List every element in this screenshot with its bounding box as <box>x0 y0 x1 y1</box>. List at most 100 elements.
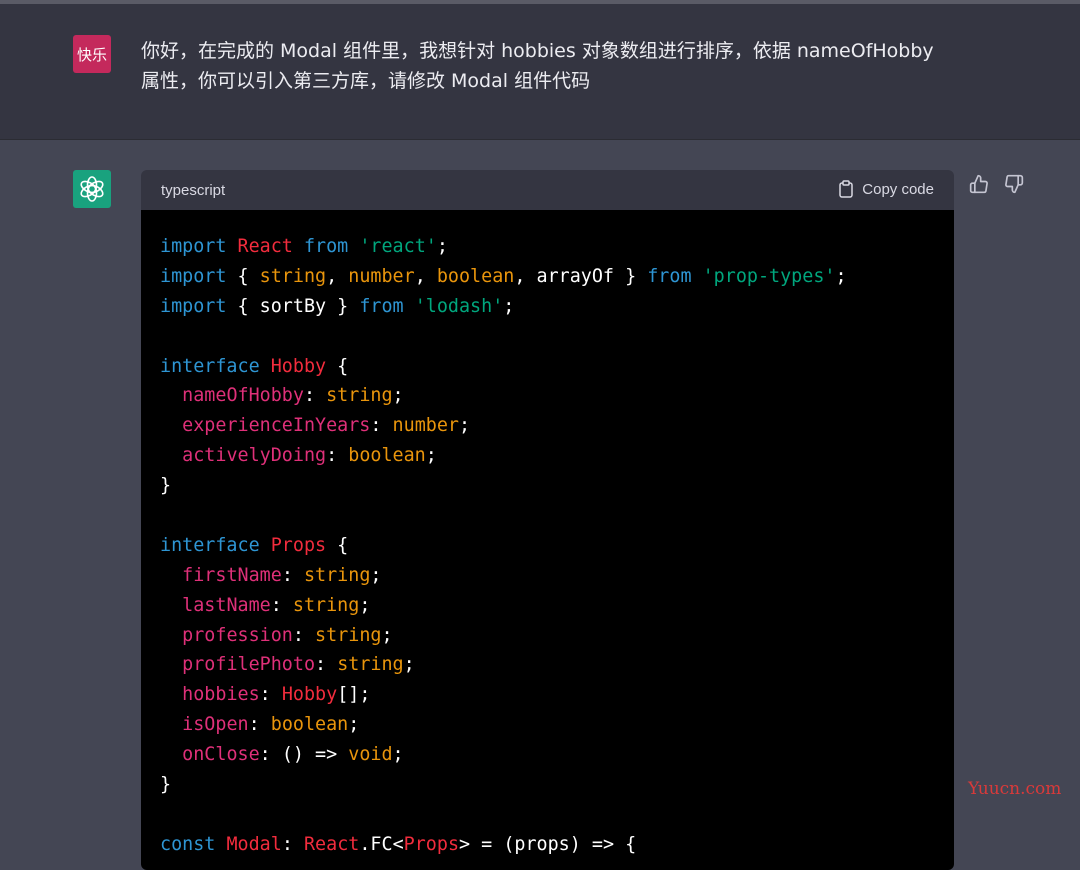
openai-logo-icon <box>73 170 111 208</box>
code-line: import React from 'react'; <box>160 232 954 262</box>
code-line: } <box>160 770 954 800</box>
code-line: firstName: string; <box>160 561 954 591</box>
code-token: 'lodash' <box>414 295 504 317</box>
thumbs-up-icon[interactable] <box>969 174 989 199</box>
code-token: string <box>315 624 382 646</box>
code-token: , <box>414 265 437 287</box>
code-token: : <box>303 385 327 407</box>
code-token: , <box>326 265 349 287</box>
code-block: typescript Copy code import React from '… <box>141 170 954 870</box>
code-language-label: typescript <box>161 182 226 199</box>
code-token: React <box>237 236 293 257</box>
code-line: nameOfHobby: string; <box>160 381 954 411</box>
user-avatar: 快乐 <box>73 35 111 73</box>
code-token: interface <box>160 355 260 377</box>
code-token: hobbies <box>182 684 260 706</box>
code-token: ; <box>370 564 382 586</box>
code-token: Hobby <box>270 355 327 377</box>
code-token: []; <box>337 684 371 706</box>
code-token: 'prop-types' <box>702 265 836 287</box>
code-token: : <box>281 564 304 586</box>
code-line: interface Hobby { <box>160 352 954 382</box>
code-token: profilePhoto <box>182 654 316 676</box>
code-token: from <box>303 236 349 257</box>
copy-code-label: Copy code <box>862 180 934 198</box>
code-token: experienceInYears <box>182 415 371 437</box>
code-token: ; <box>359 594 371 616</box>
code-token: boolean <box>270 714 349 736</box>
code-token: Modal <box>226 833 282 855</box>
code-token: string <box>292 594 360 616</box>
code-token: } <box>160 475 172 497</box>
code-token: ; <box>381 624 393 646</box>
code-content: import React from 'react'; import { strin… <box>141 210 954 870</box>
code-token: ; <box>392 385 404 407</box>
code-token: ; <box>436 236 448 257</box>
code-token: } <box>160 774 172 796</box>
code-token: lastName <box>182 594 271 616</box>
code-token: : () => <box>259 744 349 766</box>
code-token: Props <box>403 833 460 855</box>
clipboard-icon <box>839 180 854 198</box>
code-token: ; <box>403 654 415 676</box>
code-token: { <box>226 265 260 287</box>
code-line: import { string, number, boolean, arrayO… <box>160 262 954 292</box>
code-token: { <box>326 534 349 556</box>
copy-code-button[interactable]: Copy code <box>838 180 934 198</box>
code-token: .FC< <box>359 833 404 855</box>
code-token: profession <box>182 624 293 646</box>
code-token: ; <box>348 714 360 736</box>
code-token: Props <box>270 534 327 556</box>
code-token: > = (props) => { <box>459 833 637 855</box>
code-token: import <box>160 265 227 287</box>
code-line: profilePhoto: string; <box>160 650 954 680</box>
code-line: isOpen: boolean; <box>160 710 954 740</box>
code-token: void <box>348 744 393 766</box>
code-line: activelyDoing: boolean; <box>160 441 954 471</box>
code-token: firstName <box>182 564 282 586</box>
code-token: ; <box>835 265 847 287</box>
user-message-text: 你好，在完成的 Modal 组件里，我想针对 hobbies 对象数组进行排序，… <box>141 36 961 96</box>
code-token: number <box>392 415 459 437</box>
code-header: typescript Copy code <box>141 170 954 210</box>
assistant-message: typescript Copy code import React from '… <box>0 140 1080 870</box>
code-token: isOpen <box>182 714 249 736</box>
code-token: : <box>292 624 316 646</box>
code-token: boolean <box>348 445 426 467</box>
code-token: : <box>315 654 338 676</box>
code-token: boolean <box>436 265 515 287</box>
code-token: : <box>281 833 304 855</box>
code-token: : <box>259 684 282 706</box>
code-token: interface <box>160 534 260 556</box>
code-token: from <box>647 265 692 287</box>
code-token: : <box>326 445 349 467</box>
watermark-text: Yuucn.com <box>968 779 1062 799</box>
code-line: onClose: () => void; <box>160 740 954 770</box>
code-token: : <box>270 594 293 616</box>
code-token: React <box>303 833 360 855</box>
code-token: ; <box>425 445 437 467</box>
code-token: string <box>326 385 393 407</box>
code-token: from <box>359 295 404 317</box>
code-token: import <box>160 295 227 317</box>
code-line: experienceInYears: number; <box>160 411 954 441</box>
code-token: string <box>259 265 327 287</box>
code-line: lastName: string; <box>160 591 954 621</box>
code-token: { <box>326 355 349 377</box>
code-token: nameOfHobby <box>182 385 304 407</box>
thumbs-down-icon[interactable] <box>1004 174 1024 199</box>
code-token: string <box>303 564 371 586</box>
